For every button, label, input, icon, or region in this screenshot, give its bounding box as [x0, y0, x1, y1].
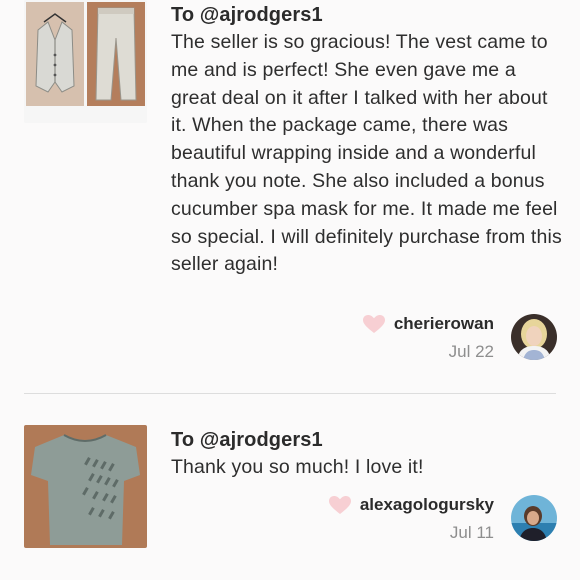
- user-avatar-photo-icon: [511, 495, 557, 541]
- avatar[interactable]: [511, 495, 557, 541]
- listing-thumbnail[interactable]: [24, 0, 147, 123]
- gray-tshirt-photo-icon: [24, 425, 147, 548]
- review-text: Thank you so much! I love it!: [171, 456, 424, 478]
- avatar[interactable]: [511, 314, 557, 360]
- reviews-page: To @ajrodgers1 The seller is so gracious…: [0, 0, 580, 580]
- user-row: cherierowan: [362, 314, 494, 334]
- review-divider: [24, 393, 556, 394]
- review-date: Jul 11: [449, 523, 494, 542]
- vest-and-pants-photo-icon: [24, 0, 147, 123]
- user-avatar-photo-icon: [511, 314, 557, 360]
- review-meta: cherierowan Jul 22: [362, 314, 494, 362]
- user-row: alexagologursky: [328, 495, 494, 515]
- reviewer-username[interactable]: cherierowan: [394, 314, 494, 334]
- heart-icon[interactable]: [362, 314, 386, 334]
- reviewer-username[interactable]: alexagologursky: [360, 495, 494, 515]
- review-text: The seller is so gracious! The vest came…: [171, 31, 562, 276]
- review-item: To @ajrodgers1 Thank you so much! I love…: [0, 425, 580, 580]
- review-item: To @ajrodgers1 The seller is so gracious…: [0, 0, 580, 393]
- review-date: Jul 22: [448, 342, 494, 361]
- review-meta: alexagologursky Jul 11: [328, 495, 494, 543]
- recipient-label: To @ajrodgers1: [171, 429, 323, 451]
- listing-thumbnail[interactable]: [24, 425, 147, 548]
- recipient-label: To @ajrodgers1: [171, 4, 323, 26]
- heart-icon[interactable]: [328, 495, 352, 515]
